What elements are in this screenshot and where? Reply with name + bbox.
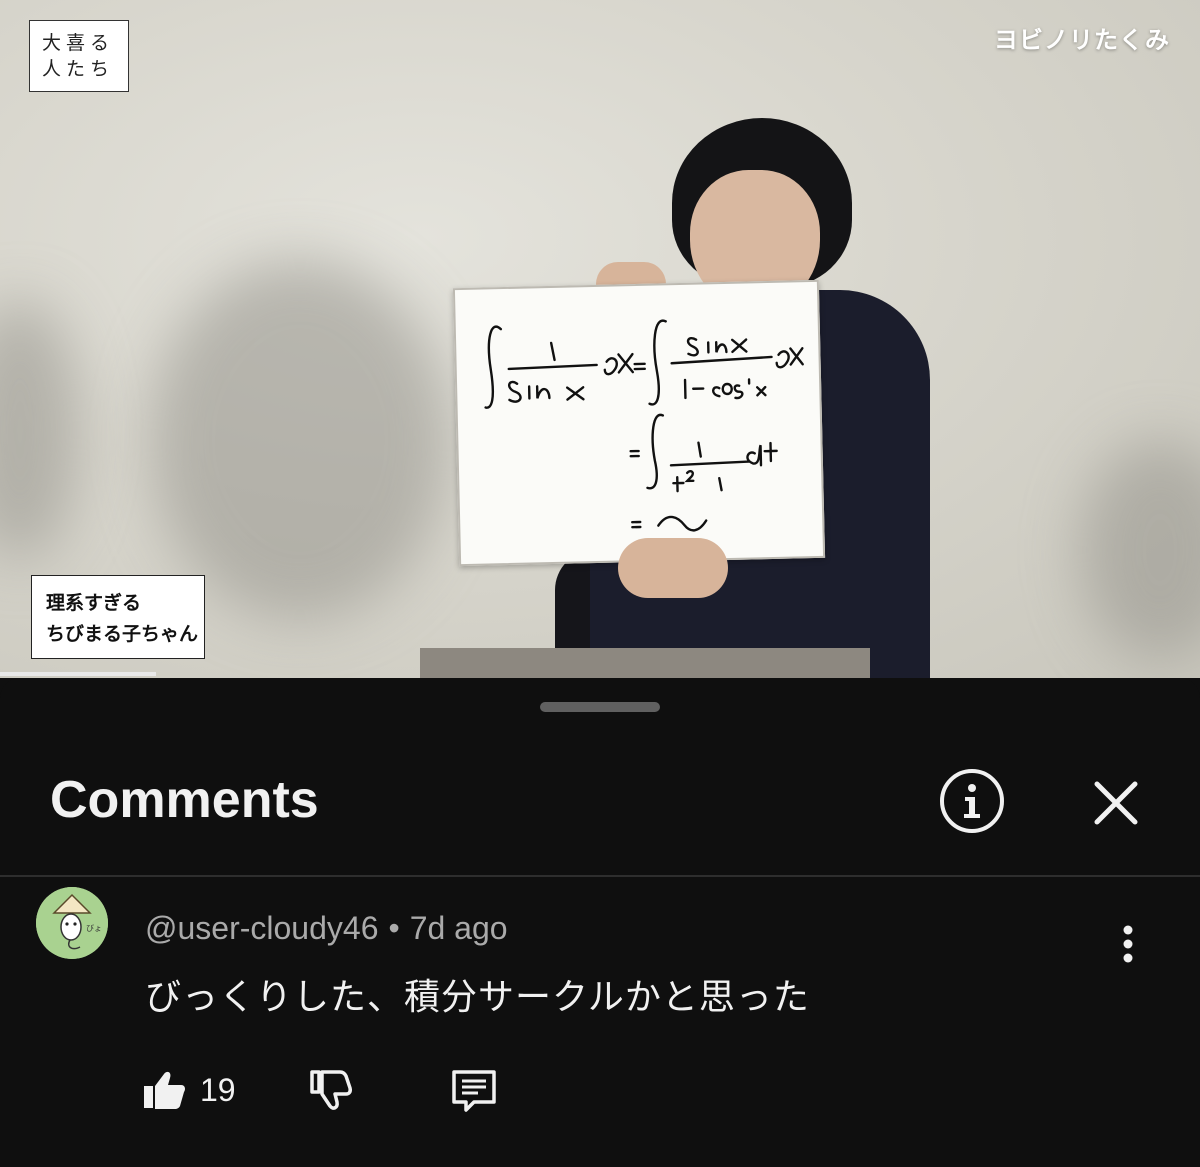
comment-actions: 19 xyxy=(140,1060,500,1120)
wall-shadow xyxy=(1080,440,1200,660)
handwritten-formula xyxy=(484,319,804,532)
svg-text:びょ: びょ xyxy=(86,924,102,933)
comments-title: Comments xyxy=(50,771,319,829)
wall-shadow xyxy=(150,260,450,620)
channel-watermark: ヨビノリたくみ xyxy=(994,27,1170,54)
info-icon xyxy=(940,769,1004,833)
desk xyxy=(420,648,870,678)
caption-line1: 理系すぎる xyxy=(46,593,142,614)
thumbs-up-icon xyxy=(144,1071,185,1109)
thumbs-down-icon xyxy=(309,1070,352,1110)
video-player[interactable]: 大喜る 人たち ヨビノリたくみ 理系すぎる ちびまる子ちゃん xyxy=(0,0,1200,678)
meta-separator: • xyxy=(388,910,400,946)
comment-text: びっくりした、積分サークルかと思った xyxy=(145,977,810,1018)
logo-line1: 大喜る xyxy=(42,32,115,54)
reply-button[interactable] xyxy=(448,1064,500,1116)
close-icon xyxy=(1094,781,1138,825)
avatar[interactable]: びょ xyxy=(36,887,108,959)
comment-menu-button[interactable] xyxy=(1110,920,1146,968)
comment-meta: @user-cloudy46 • 7d ago xyxy=(145,910,508,947)
avatar-image: びょ xyxy=(36,887,108,959)
comment-time: 7d ago xyxy=(409,910,508,946)
like-button[interactable]: 19 xyxy=(140,1066,236,1114)
dislike-button[interactable] xyxy=(306,1066,354,1114)
reply-icon xyxy=(451,1070,496,1112)
program-logo: 大喜る 人たち xyxy=(29,20,129,92)
more-vert-icon xyxy=(1123,925,1133,963)
hand-bottom xyxy=(618,538,728,598)
whiteboard xyxy=(452,279,826,567)
video-caption: 理系すぎる ちびまる子ちゃん xyxy=(31,575,205,659)
info-button[interactable] xyxy=(939,768,1005,834)
comments-sheet: Comments びょ @user-cloudy46 • 7d ago びっくり… xyxy=(0,678,1200,1167)
wall-shadow xyxy=(0,300,80,560)
video-progress-bar[interactable] xyxy=(0,672,156,676)
header-divider xyxy=(0,875,1200,877)
like-count: 19 xyxy=(200,1071,236,1108)
logo-line2: 人たち xyxy=(42,58,115,80)
caption-line2: ちびまる子ちゃん xyxy=(46,624,199,645)
comment-author[interactable]: @user-cloudy46 xyxy=(145,910,378,946)
close-button[interactable] xyxy=(1083,770,1149,836)
drag-handle[interactable] xyxy=(540,702,660,712)
